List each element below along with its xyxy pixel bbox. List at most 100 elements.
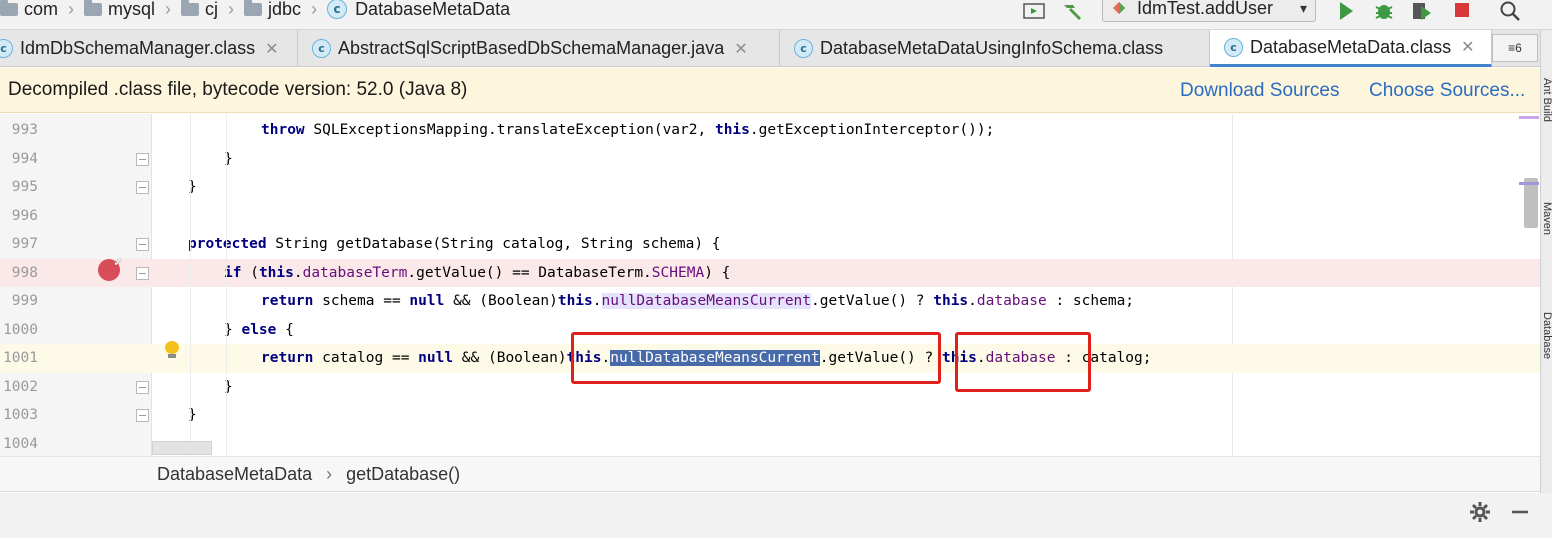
code-text: return schema == null && (Boolean)this.n… [261, 287, 1134, 316]
code-token: .getExceptionInterceptor()); [749, 122, 995, 138]
run-configuration-select[interactable]: IdmTest.addUser ▾ [1102, 0, 1316, 22]
gear-icon[interactable] [1469, 500, 1491, 524]
code-line: 1004 [0, 430, 1540, 457]
keyword: this [557, 293, 593, 309]
download-sources-link[interactable]: Download Sources [1180, 68, 1339, 113]
annotation-box [955, 332, 1091, 392]
keyword: return [261, 350, 314, 366]
breadcrumb-label: jdbc [268, 0, 302, 19]
line-number: 1003 [3, 407, 38, 423]
navigation-bar: com › mysql › cj › jdbc › c DatabaseMeta… [0, 0, 1552, 30]
bulb-icon[interactable] [164, 341, 180, 359]
code-text: throw SQLExceptionsMapping.translateExce… [261, 116, 994, 145]
maven-tab[interactable]: Maven [1541, 202, 1552, 235]
code-token: . [293, 264, 303, 281]
layout-icon[interactable] [1022, 0, 1046, 22]
line-number: 997 [11, 236, 38, 252]
field-token: database [976, 293, 1047, 309]
code-text: } else { [224, 316, 294, 345]
code-token: .getValue() ? [811, 293, 934, 309]
line-number: 995 [11, 179, 38, 195]
code-token: ) { [704, 264, 731, 281]
annotation-box [571, 332, 941, 384]
decompiled-banner: Decompiled .class file, bytecode version… [0, 68, 1540, 113]
folder-icon [0, 0, 18, 16]
code-token: catalog == [313, 350, 419, 366]
keyword: this [714, 122, 750, 138]
code-token: schema == [313, 293, 410, 309]
horizontal-scrollbar[interactable] [152, 441, 212, 455]
stop-icon[interactable] [1451, 0, 1473, 22]
run-icon[interactable] [1334, 0, 1358, 22]
code-breadcrumb: DatabaseMetaData › getDatabase() [0, 456, 1540, 492]
fold-marker-icon[interactable] [136, 181, 149, 194]
fold-marker-icon[interactable] [136, 238, 149, 251]
code-token: : schema; [1046, 293, 1135, 309]
tab-idmdbschemamanager[interactable]: c IdmDbSchemaManager.class ✕ [0, 30, 298, 67]
code-line: 1003 } [0, 401, 1540, 430]
code-text: protected String getDatabase(String cata… [188, 230, 721, 259]
tab-databasemetadatausinginfoschema[interactable]: c DatabaseMetaDataUsingInfoSchema.class [780, 30, 1210, 67]
breakpoint-icon[interactable] [98, 255, 123, 281]
vertical-scrollbar[interactable] [1524, 178, 1538, 228]
code-breadcrumb-method[interactable]: getDatabase() [346, 464, 460, 485]
line-number: 1001 [3, 350, 38, 366]
folder-icon [181, 0, 200, 16]
breadcrumb-item-jdbc[interactable]: jdbc [244, 0, 301, 20]
line-number: 1002 [3, 378, 38, 395]
breadcrumb-item-com[interactable]: com [0, 0, 58, 20]
field-token: databaseTerm [302, 264, 408, 281]
tab-abstractsqlscriptbaseddbschemamanager[interactable]: c AbstractSqlScriptBasedDbSchemaManager.… [298, 30, 780, 67]
coverage-icon[interactable] [1410, 0, 1434, 22]
tab-overflow-button[interactable]: ≡6 [1492, 34, 1538, 62]
indent-guide [190, 114, 191, 456]
tab-databasemetadata[interactable]: c DatabaseMetaData.class ✕ [1210, 30, 1492, 67]
keyword: this [933, 293, 969, 309]
breadcrumb-item-cj[interactable]: cj [181, 0, 218, 20]
minimize-icon[interactable] [1510, 500, 1530, 524]
line-number: 998 [11, 264, 38, 281]
breadcrumb-label: mysql [108, 0, 156, 19]
tab-overflow-label: ≡6 [1508, 41, 1522, 55]
fold-marker-icon[interactable] [136, 409, 149, 422]
fold-marker-icon[interactable] [136, 380, 149, 394]
database-tab[interactable]: Database [1541, 312, 1552, 359]
ant-build-tab[interactable]: Ant Build [1541, 78, 1552, 122]
close-icon[interactable]: ✕ [734, 39, 747, 59]
choose-sources-link[interactable]: Choose Sources... [1369, 68, 1525, 113]
fold-marker-icon[interactable] [136, 266, 149, 280]
keyword: else [241, 321, 277, 338]
code-token: .getValue() == DatabaseTerm. [407, 264, 652, 281]
breadcrumb-label: cj [205, 0, 219, 19]
breadcrumb-item-mysql[interactable]: mysql [84, 0, 155, 20]
close-icon[interactable]: ✕ [265, 39, 278, 59]
debug-icon[interactable] [1372, 0, 1396, 22]
keyword: this [258, 264, 294, 281]
search-icon[interactable] [1496, 0, 1524, 22]
junit-icon [1111, 0, 1127, 16]
field-usage-highlight: nullDatabaseMeansCurrent [601, 293, 812, 309]
chevron-down-icon: ▾ [1299, 0, 1307, 16]
code-token: && (Boolean) [444, 293, 558, 309]
chevron-right-icon: › [228, 0, 235, 19]
field-token: SCHEMA [651, 264, 705, 281]
hammer-icon[interactable] [1060, 0, 1086, 22]
breadcrumb-label: com [24, 0, 59, 19]
code-line: 993 throw SQLExceptionsMapping.translate… [0, 116, 1540, 145]
tab-label: IdmDbSchemaManager.class [20, 38, 256, 58]
bottom-tool-panel [0, 493, 1552, 538]
breadcrumb: com › mysql › cj › jdbc › c DatabaseMeta… [0, 0, 510, 24]
code-breadcrumb-class[interactable]: DatabaseMetaData [157, 464, 312, 485]
breadcrumb-item-current[interactable]: c DatabaseMetaData [327, 0, 510, 20]
code-editor[interactable]: 993 throw SQLExceptionsMapping.translate… [0, 114, 1540, 456]
line-number: 994 [11, 150, 38, 167]
class-icon: c [794, 39, 813, 58]
code-text: if (this.databaseTerm.getValue() == Data… [224, 259, 730, 288]
folder-icon [244, 0, 263, 16]
line-number: 993 [11, 122, 38, 138]
fold-marker-icon[interactable] [136, 152, 149, 166]
code-line: 994 } [0, 145, 1540, 174]
keyword: null [409, 293, 445, 309]
code-line: 997 protected String getDatabase(String … [0, 230, 1540, 259]
close-icon[interactable]: ✕ [1461, 37, 1474, 57]
